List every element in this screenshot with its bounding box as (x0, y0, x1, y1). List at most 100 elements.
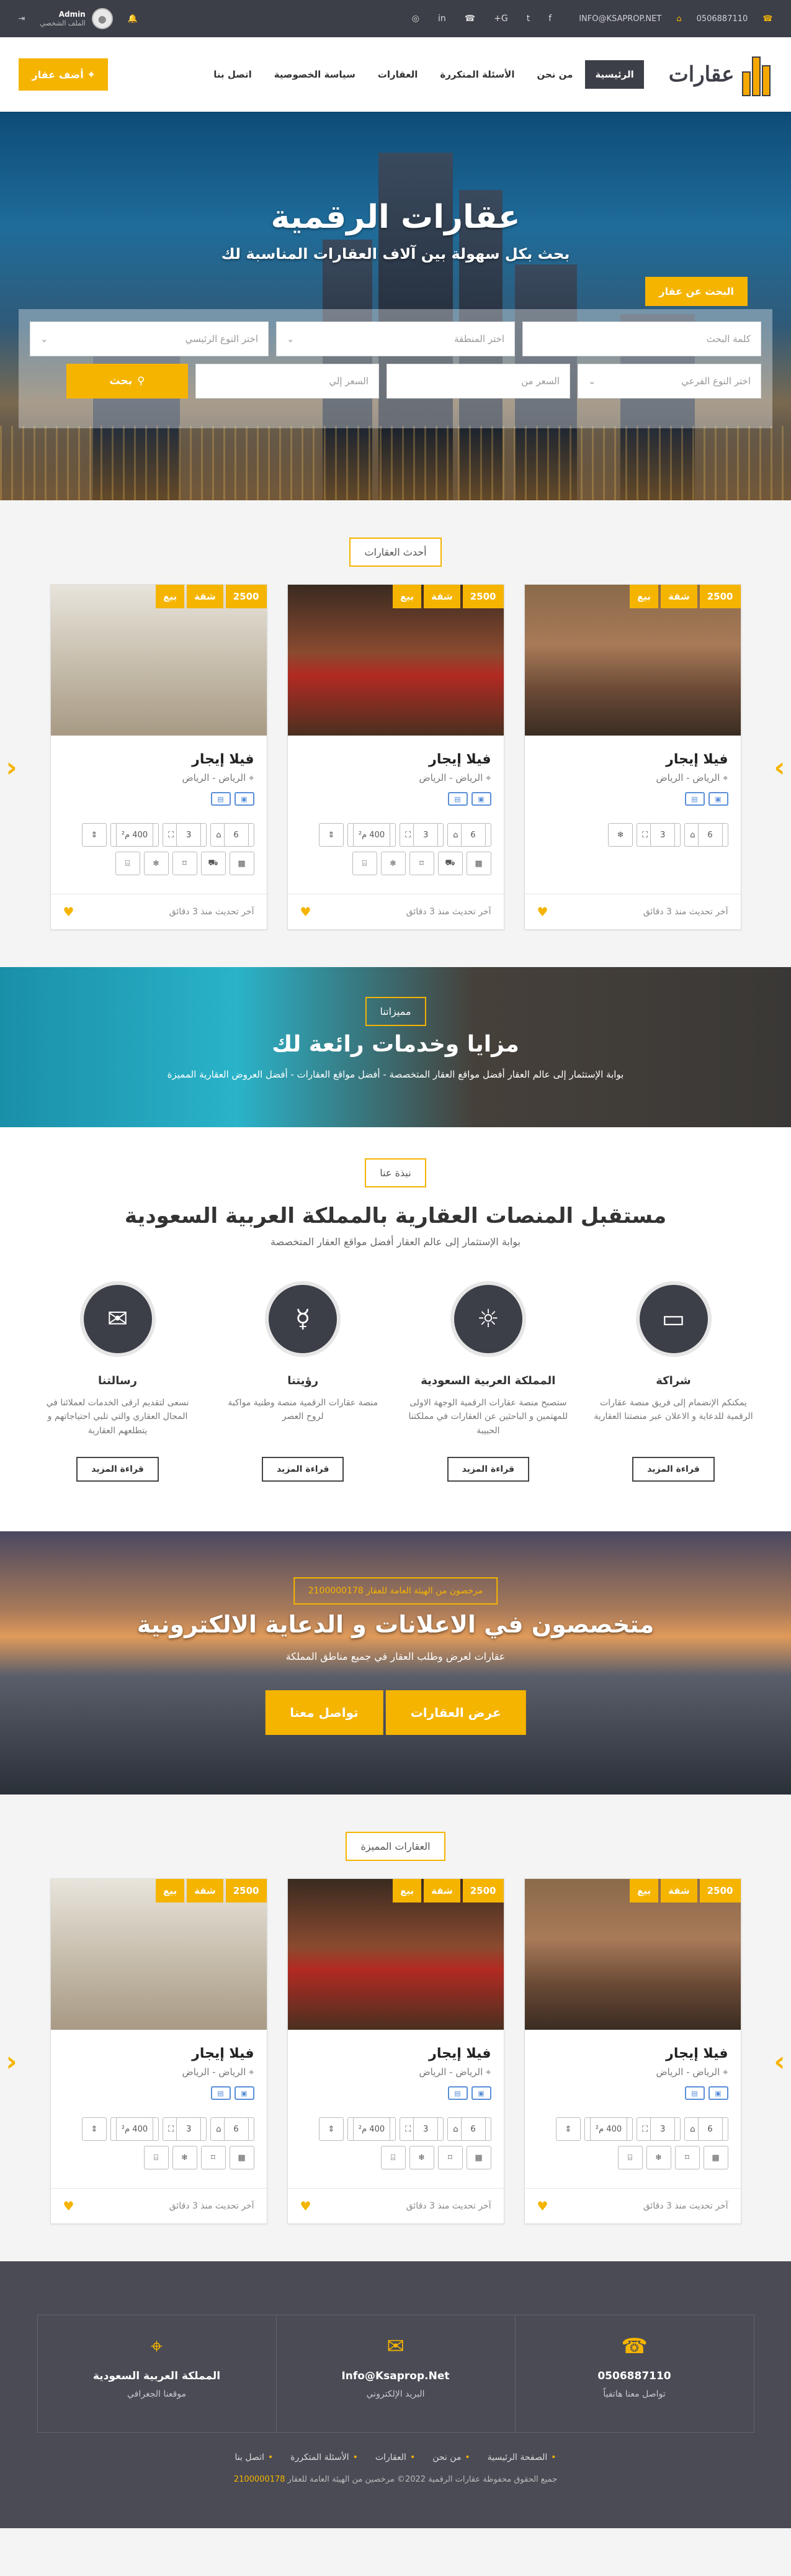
furnished-icon: ⌑ (437, 2146, 463, 2169)
price-to-input[interactable]: السعر إلي (195, 364, 379, 399)
updated-time: آخر تحديث منذ 3 دقائق (169, 2201, 254, 2211)
read-more-button[interactable]: قراءة المزيد (261, 1457, 344, 1482)
price-from-input[interactable]: السعر من (387, 364, 570, 399)
type-badge: شقة (661, 1879, 697, 1903)
property-title[interactable]: فيلا إيجار (63, 2046, 254, 2061)
map-pin-icon: ⌖ (88, 68, 94, 80)
type-badge: شقة (424, 1879, 460, 1903)
google-plus-icon[interactable]: G+ (494, 14, 508, 24)
property-features: 6 ⌂ 3 ⛶ 400 م² ⇕ ▦ ⌑ ❄ ⌸ (63, 2117, 254, 2171)
chevron-right-icon[interactable]: › (774, 2046, 785, 2078)
nav-item-properties[interactable]: العقارات (368, 60, 428, 89)
purpose-badge: بيع (630, 1879, 659, 1903)
gallery-icon: ▤ (210, 2086, 231, 2100)
add-property-button[interactable]: ⌖ أضف عقار (18, 58, 108, 91)
building-icon: ⌸ (115, 852, 140, 875)
sub-type-select[interactable]: اختر النوع الفرعي ⌄ (578, 364, 761, 399)
area-feature: 400 م² (110, 2117, 159, 2141)
nav-item-faq[interactable]: الأسئلة المتكررة (430, 60, 524, 89)
main-type-select[interactable]: اختر النوع الرئيسي ⌄ (30, 322, 269, 356)
property-title[interactable]: فيلا إيجار (300, 2046, 491, 2061)
property-card[interactable]: 2500 شقة بيع فيلا إيجار ⌖ الرياض - الرياض … (524, 584, 741, 930)
footer-phone[interactable]: ☎ 0506887110 تواصل معنا هاتفياً (514, 2315, 754, 2432)
footer-link-contact[interactable]: اتصل بنا (235, 2452, 273, 2462)
ac-icon: ❄ (380, 852, 406, 875)
read-more-button[interactable]: قراءة المزيد (632, 1457, 715, 1482)
heart-icon[interactable]: ♥ (300, 2199, 311, 2213)
read-more-button[interactable]: قراءة المزيد (76, 1457, 159, 1482)
heart-icon[interactable]: ♥ (537, 2199, 548, 2213)
updated-time: آخر تحديث منذ 3 دقائق (169, 907, 254, 917)
footer-email[interactable]: ✉ Info@Ksaprop.Net البريد الإلكتروني (275, 2315, 515, 2432)
chevron-left-icon[interactable]: ‹ (6, 2046, 17, 2078)
property-features: 6 ⌂ 3 ⛶ 400 م² ⇕ ▦ ⛟ ⌑ ❄ ⌸ (300, 823, 491, 876)
footer-link-about[interactable]: من نحن (432, 2452, 470, 2462)
bell-icon[interactable]: 🔔 (128, 14, 138, 24)
logout-icon[interactable]: ⇥ (19, 14, 25, 24)
furnished-icon: ⌑ (409, 852, 434, 875)
gallery-icon: ▤ (684, 2086, 705, 2100)
property-card[interactable]: 2500 شقة بيع فيلا إيجار ⌖ الرياض - الرياض … (287, 584, 504, 930)
nav-item-about[interactable]: من نحن (527, 60, 583, 89)
top-bar: ☎ 0506887110 ⌂ INFO@KSAPROP.NET f t G+ ☎… (0, 0, 791, 37)
read-more-button[interactable]: قراءة المزيد (447, 1457, 530, 1482)
linkedin-icon[interactable]: in (438, 14, 446, 24)
logo-text: عقارات (668, 62, 735, 87)
map-pin-icon: ⌖ (723, 2066, 728, 2078)
footer: ☎ 0506887110 تواصل معنا هاتفياً ✉ Info@K… (0, 2261, 791, 2528)
hero: عقارات الرقمية بحث بكل سهولة بين آلاف ال… (0, 112, 791, 500)
property-title[interactable]: فيلا إيجار (300, 752, 491, 767)
property-card[interactable]: 2500 شقة بيع فيلا إيجار ⌖ الرياض - الرياض … (50, 584, 267, 930)
snapchat-icon[interactable]: ☎ (465, 14, 475, 24)
footer-location-value: المملكة العربية السعودية (92, 2370, 221, 2382)
map-pin-icon: ⌖ (486, 772, 491, 783)
heart-icon[interactable]: ♥ (63, 904, 74, 919)
property-card[interactable]: 2500 شقة بيع فيلا إيجار ⌖ الرياض - الرياض … (287, 1878, 504, 2224)
property-title[interactable]: فيلا إيجار (537, 2046, 728, 2061)
instagram-icon[interactable]: ◎ (412, 14, 419, 24)
elevator-icon: ⇕ (81, 2117, 107, 2141)
property-card[interactable]: 2500 شقة بيع فيلا إيجار ⌖ الرياض - الرياض … (524, 1878, 741, 2224)
search-button[interactable]: ⚲ بحث (66, 364, 188, 399)
property-image: 2500 شقة بيع (524, 1879, 741, 2030)
user-menu[interactable]: ● Admin الملف الشخصي (40, 8, 113, 29)
footer-link-home[interactable]: الصفحة الرئيسية (488, 2452, 556, 2462)
property-card[interactable]: 2500 شقة بيع فيلا إيجار ⌖ الرياض - الرياض … (50, 1878, 267, 2224)
main-nav: عقارات الرئيسية من نحن الأسئلة المتكررة … (0, 37, 791, 112)
show-properties-button[interactable]: عرض العقارات (385, 1690, 526, 1735)
topbar-email[interactable]: INFO@KSAPROP.NET (579, 14, 661, 24)
about-col-title: شراكة (656, 1374, 691, 1387)
keyword-input[interactable]: كلمة البحث (522, 322, 761, 356)
search-tab[interactable]: البحث عن عقار (645, 277, 748, 306)
baths-feature: 3 ⛶ (637, 2117, 681, 2141)
footer-location-label: موقعنا الجغرافي (127, 2389, 187, 2399)
heart-icon[interactable]: ♥ (537, 904, 548, 919)
footer-link-properties[interactable]: العقارات (375, 2452, 415, 2462)
heart-icon[interactable]: ♥ (300, 904, 311, 919)
nav-item-home[interactable]: الرئيسية (585, 60, 644, 89)
topbar-phone[interactable]: 0506887110 (697, 14, 748, 24)
user-profile-link[interactable]: الملف الشخصي (40, 19, 85, 27)
footer-link-faq[interactable]: الأسئلة المتكررة (290, 2452, 358, 2462)
property-features: 6 ⌂ 3 ⛶ ❄ (537, 823, 728, 876)
logo[interactable]: عقارات (669, 53, 773, 96)
property-title[interactable]: فيلا إيجار (63, 752, 254, 767)
features-title: مزايا وخدمات رائعة لك (272, 1032, 519, 1057)
twitter-icon[interactable]: t (527, 14, 530, 24)
nav-item-contact[interactable]: اتصل بنا (203, 60, 262, 89)
footer-phone-value: 0506887110 (597, 2370, 671, 2382)
contact-us-button[interactable]: تواصل معنا (265, 1690, 383, 1735)
purpose-badge: بيع (156, 1879, 185, 1903)
price-badge: 2500 (462, 585, 504, 608)
chevron-right-icon[interactable]: › (774, 752, 785, 783)
hero-title: عقارات الرقمية (270, 199, 521, 236)
nav-item-privacy[interactable]: سياسة الخصوصية (264, 60, 365, 89)
heart-icon[interactable]: ♥ (63, 2199, 74, 2213)
facebook-icon[interactable]: f (548, 14, 552, 24)
property-title[interactable]: فيلا إيجار (537, 752, 728, 767)
region-select[interactable]: اختر المنطقة ⌄ (276, 322, 515, 356)
kitchen-icon: ▦ (703, 2146, 728, 2169)
rooms-feature: 6 ⌂ (684, 2117, 728, 2141)
about-col-title: رؤيتنا (287, 1374, 319, 1387)
chevron-left-icon[interactable]: ‹ (6, 752, 17, 783)
